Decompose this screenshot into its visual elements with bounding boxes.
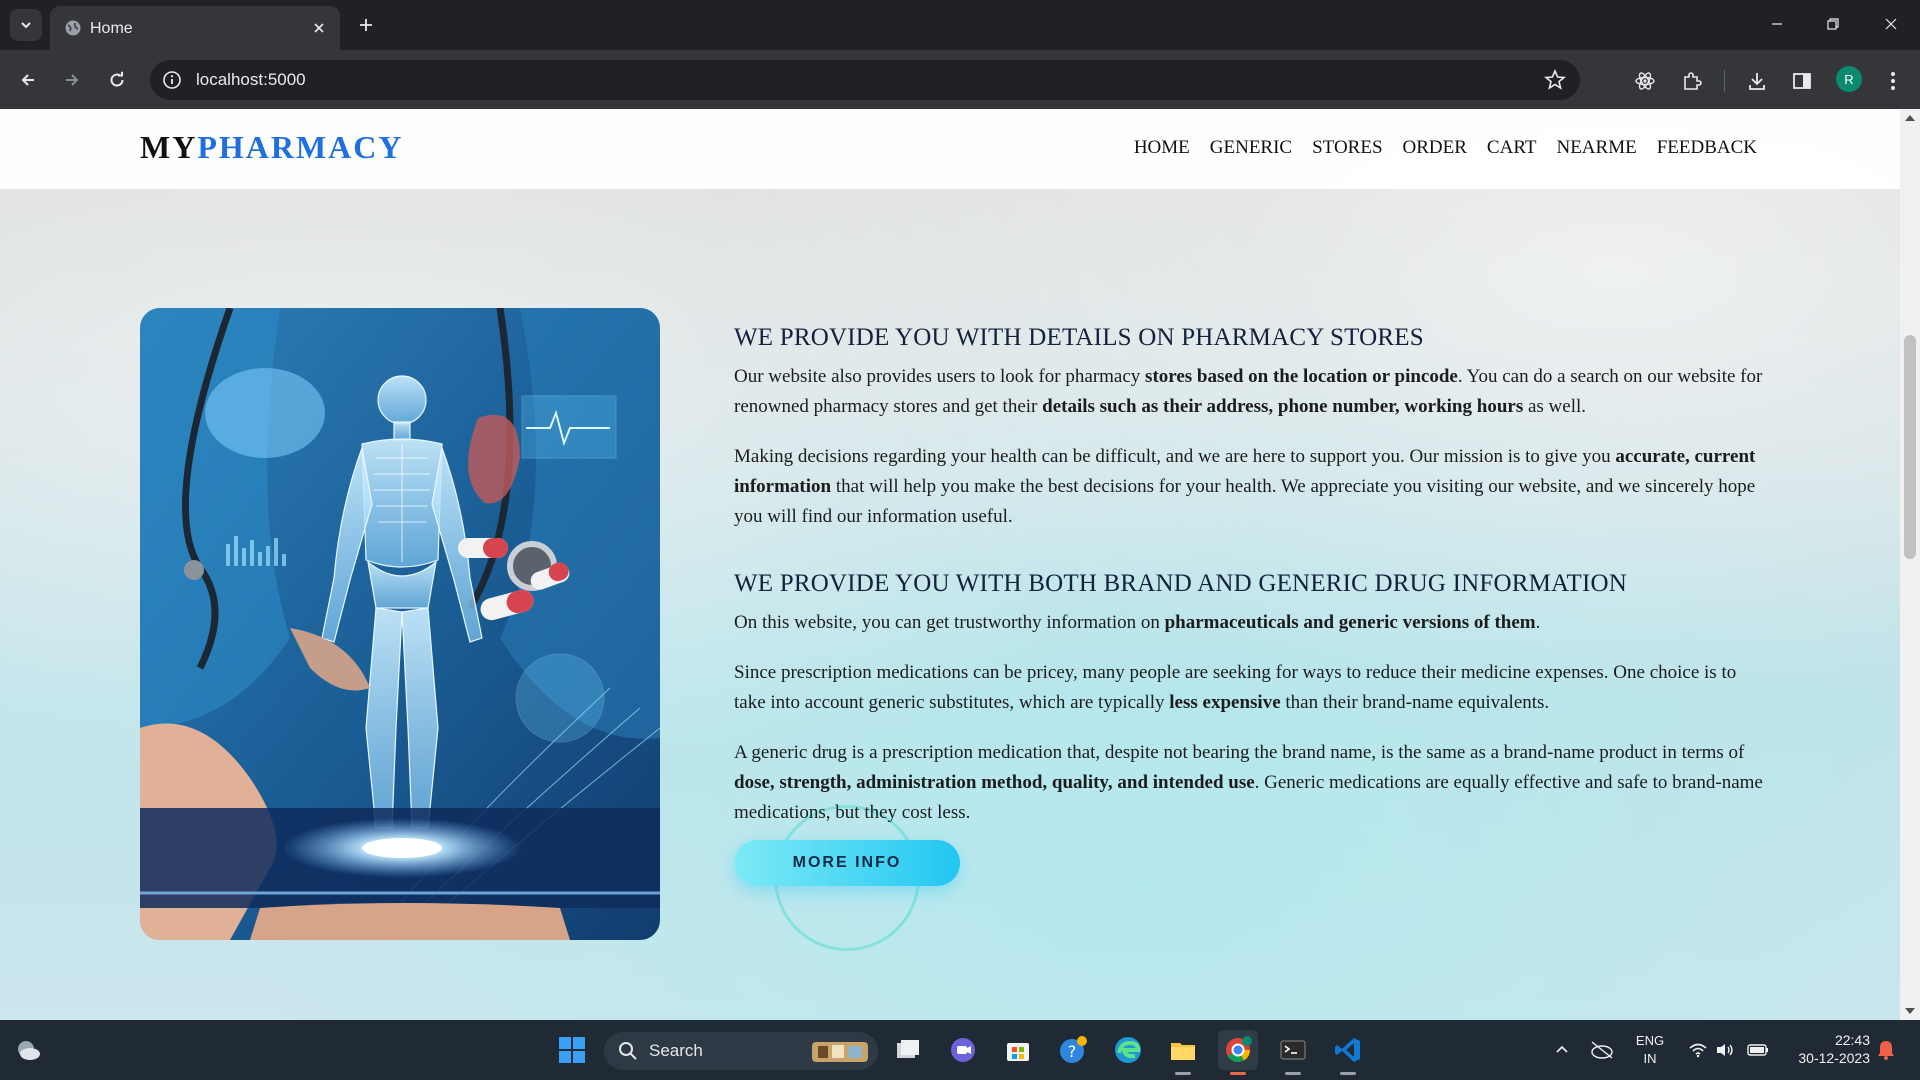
logo-text-pharmacy: PHARMACY bbox=[197, 129, 404, 165]
medical-hologram-image bbox=[140, 308, 660, 940]
chrome-active-indicator bbox=[1230, 1072, 1246, 1075]
windows-taskbar: Search ? ENG IN 22:43 30-12-2023 bbox=[0, 1020, 1920, 1080]
stores-paragraph-2: Making decisions regarding your health c… bbox=[734, 446, 1756, 527]
info-icon[interactable] bbox=[162, 70, 182, 90]
back-button[interactable] bbox=[12, 64, 44, 96]
onedrive-offline-icon[interactable] bbox=[1582, 1030, 1622, 1070]
drugs-paragraph-3: A generic drug is a prescription medicat… bbox=[734, 742, 1763, 823]
close-icon bbox=[1885, 18, 1897, 30]
scroll-down-icon[interactable] bbox=[1905, 1008, 1915, 1014]
plus-icon bbox=[360, 19, 372, 31]
vscode-running-indicator bbox=[1340, 1072, 1356, 1075]
file-explorer-icon[interactable] bbox=[1163, 1030, 1203, 1070]
terminal-icon[interactable] bbox=[1273, 1030, 1313, 1070]
scroll-up-icon[interactable] bbox=[1905, 115, 1915, 121]
more-menu-icon[interactable] bbox=[1878, 66, 1908, 96]
main-nav: HOME GENERIC STORES ORDER CART NEARME FE… bbox=[1134, 137, 1757, 159]
site-header: MYPHARMACY HOME GENERIC STORES ORDER CAR… bbox=[0, 109, 1900, 189]
new-tab-button[interactable] bbox=[352, 11, 380, 39]
search-highlight-icon bbox=[812, 1042, 868, 1062]
drugs-paragraph-2: Since prescription medications can be pr… bbox=[734, 662, 1737, 713]
microsoft-store-icon[interactable] bbox=[998, 1030, 1038, 1070]
tab-search-button[interactable] bbox=[10, 9, 42, 41]
more-info-button[interactable]: MORE INFO bbox=[734, 840, 960, 886]
stores-paragraph-1: Our website also provides users to look … bbox=[734, 366, 1763, 417]
terminal-running-indicator bbox=[1285, 1072, 1301, 1075]
tray-chevron-up-icon[interactable] bbox=[1542, 1030, 1582, 1070]
search-icon bbox=[619, 1042, 637, 1060]
chrome-icon[interactable] bbox=[1218, 1030, 1258, 1070]
drugs-paragraph-1: On this website, you can get trustworthy… bbox=[734, 612, 1541, 633]
clock-time: 22:43 bbox=[1834, 1032, 1870, 1048]
download-icon[interactable] bbox=[1742, 66, 1772, 96]
nav-generic[interactable]: GENERIC bbox=[1210, 137, 1292, 159]
weather-icon[interactable] bbox=[8, 1030, 48, 1070]
page-scrollbar[interactable] bbox=[1900, 109, 1920, 1020]
arrow-right-icon bbox=[66, 74, 79, 86]
clock[interactable]: 22:43 30-12-2023 bbox=[1780, 1031, 1870, 1067]
browser-tab-bar: Home bbox=[0, 0, 1920, 50]
chevron-down-icon bbox=[21, 22, 31, 29]
section-heading-stores: WE PROVIDE YOU WITH DETAILS ON PHARMACY … bbox=[734, 324, 1424, 351]
edge-browser-icon[interactable] bbox=[1108, 1030, 1148, 1070]
minimize-icon bbox=[1772, 23, 1782, 25]
battery-icon[interactable] bbox=[1738, 1030, 1778, 1070]
reload-icon bbox=[110, 71, 124, 87]
nav-stores[interactable]: STORES bbox=[1312, 137, 1382, 159]
taskbar-search[interactable]: Search bbox=[604, 1032, 878, 1070]
reload-button[interactable] bbox=[101, 64, 133, 96]
vscode-icon[interactable] bbox=[1328, 1030, 1368, 1070]
site-logo[interactable]: MYPHARMACY bbox=[140, 129, 404, 166]
extension-react-icon[interactable] bbox=[1630, 66, 1660, 96]
scrollbar-thumb[interactable] bbox=[1904, 335, 1916, 559]
logo-text-my: MY bbox=[140, 129, 198, 165]
nav-order[interactable]: ORDER bbox=[1403, 137, 1467, 159]
profile-avatar[interactable]: R bbox=[1836, 66, 1862, 92]
notification-bell-icon[interactable] bbox=[1866, 1030, 1906, 1070]
clock-date: 30-12-2023 bbox=[1798, 1050, 1870, 1066]
browser-toolbar: localhost:5000 R bbox=[0, 50, 1920, 109]
restore-button[interactable] bbox=[1813, 8, 1853, 40]
start-windows-icon[interactable] bbox=[552, 1030, 592, 1070]
side-panel-icon[interactable] bbox=[1787, 66, 1817, 96]
language-indicator[interactable]: ENG IN bbox=[1630, 1032, 1670, 1068]
globe-icon bbox=[65, 20, 81, 36]
page-viewport: MYPHARMACY HOME GENERIC STORES ORDER CAR… bbox=[0, 109, 1900, 1020]
extensions-puzzle-icon[interactable] bbox=[1677, 66, 1707, 96]
close-window-button[interactable] bbox=[1871, 8, 1911, 40]
forward-button[interactable] bbox=[56, 64, 88, 96]
nav-cart[interactable]: CART bbox=[1487, 137, 1537, 159]
task-view-icon[interactable] bbox=[888, 1030, 928, 1070]
arrow-left-icon bbox=[21, 74, 34, 86]
tab-home[interactable]: Home bbox=[50, 6, 340, 50]
url-text: localhost:5000 bbox=[196, 70, 306, 89]
tab-title: Home bbox=[90, 20, 133, 37]
svg-text:?: ? bbox=[1068, 1042, 1077, 1061]
main-content: WE PROVIDE YOU WITH DETAILS ON PHARMACY … bbox=[734, 324, 1764, 886]
nav-home[interactable]: HOME bbox=[1134, 137, 1190, 159]
nav-feedback[interactable]: FEEDBACK bbox=[1657, 137, 1757, 159]
nav-nearme[interactable]: NEARME bbox=[1556, 137, 1636, 159]
restore-icon bbox=[1827, 18, 1839, 30]
bookmark-star-icon[interactable] bbox=[1544, 69, 1566, 91]
teams-chat-icon[interactable] bbox=[943, 1030, 983, 1070]
toolbar-separator bbox=[1724, 70, 1725, 92]
address-bar[interactable]: localhost:5000 bbox=[150, 60, 1580, 100]
close-tab-icon[interactable] bbox=[308, 17, 330, 39]
minimize-button[interactable] bbox=[1757, 8, 1797, 40]
section-heading-drugs: WE PROVIDE YOU WITH BOTH BRAND AND GENER… bbox=[734, 570, 1628, 597]
search-label: Search bbox=[649, 1041, 703, 1060]
explorer-running-indicator bbox=[1175, 1072, 1191, 1075]
help-icon[interactable]: ? bbox=[1053, 1030, 1093, 1070]
